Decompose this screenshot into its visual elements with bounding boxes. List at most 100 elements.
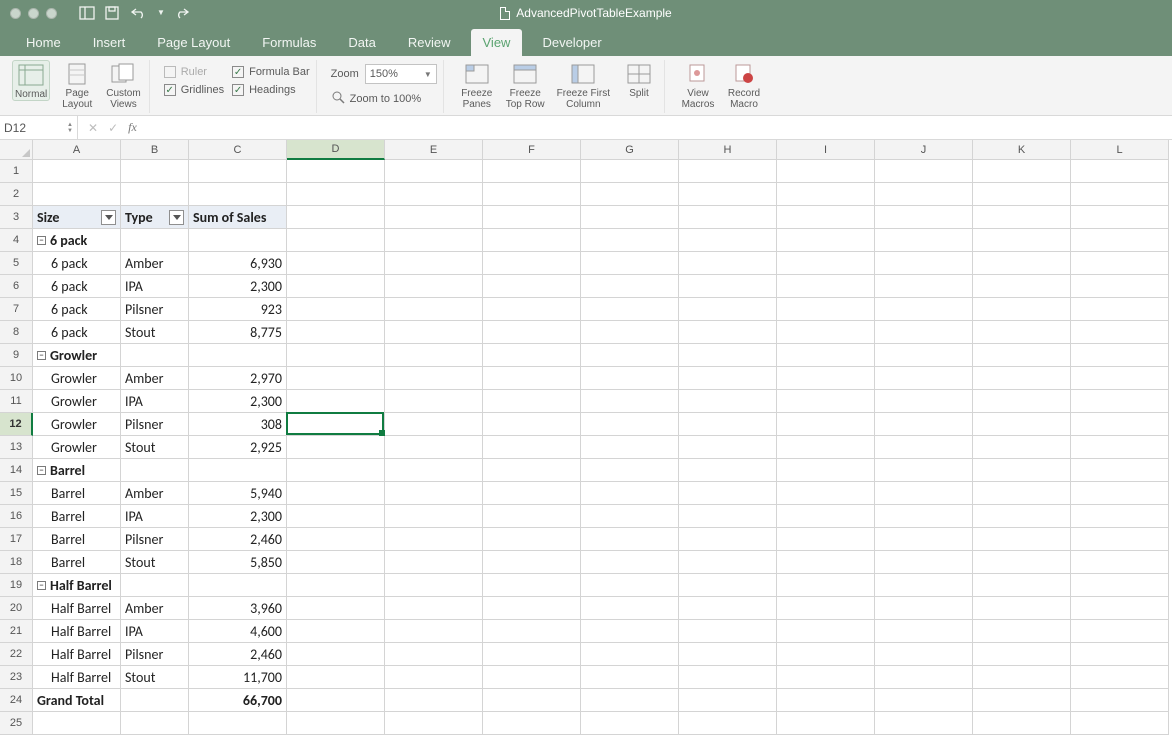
cell-E22[interactable] [385,643,483,666]
cell-L4[interactable] [1071,229,1169,252]
cell-L16[interactable] [1071,505,1169,528]
cell-F25[interactable] [483,712,581,735]
cell-G20[interactable] [581,597,679,620]
cell-L3[interactable] [1071,206,1169,229]
cell-F21[interactable] [483,620,581,643]
cell-K20[interactable] [973,597,1071,620]
cell-D22[interactable] [287,643,385,666]
cell-K6[interactable] [973,275,1071,298]
cell-F20[interactable] [483,597,581,620]
cell-B17[interactable]: Pilsner [121,528,189,551]
row-header-1[interactable]: 1 [0,160,33,183]
cell-K3[interactable] [973,206,1071,229]
cell-K1[interactable] [973,160,1071,183]
cell-D2[interactable] [287,183,385,206]
cell-I22[interactable] [777,643,875,666]
cell-H8[interactable] [679,321,777,344]
cell-J7[interactable] [875,298,973,321]
cell-B6[interactable]: IPA [121,275,189,298]
tab-review[interactable]: Review [396,29,463,56]
cell-C10[interactable]: 2,970 [189,367,287,390]
cell-D11[interactable] [287,390,385,413]
cell-C20[interactable]: 3,960 [189,597,287,620]
cell-C12[interactable]: 308 [189,413,287,436]
cell-E16[interactable] [385,505,483,528]
cell-E1[interactable] [385,160,483,183]
cell-H12[interactable] [679,413,777,436]
cell-L2[interactable] [1071,183,1169,206]
cell-I13[interactable] [777,436,875,459]
cell-K16[interactable] [973,505,1071,528]
cell-K7[interactable] [973,298,1071,321]
cell-A9[interactable]: −Growler [33,344,121,367]
cell-J8[interactable] [875,321,973,344]
cell-E9[interactable] [385,344,483,367]
cell-C23[interactable]: 11,700 [189,666,287,689]
tab-view[interactable]: View [471,29,523,56]
cell-L5[interactable] [1071,252,1169,275]
normal-view-button[interactable]: Normal [12,60,50,101]
cell-I8[interactable] [777,321,875,344]
cell-D8[interactable] [287,321,385,344]
cell-J19[interactable] [875,574,973,597]
cell-B14[interactable] [121,459,189,482]
cell-H25[interactable] [679,712,777,735]
cell-F24[interactable] [483,689,581,712]
cell-G23[interactable] [581,666,679,689]
row-header-17[interactable]: 17 [0,528,33,551]
tab-formulas[interactable]: Formulas [250,29,328,56]
cell-F3[interactable] [483,206,581,229]
cell-J10[interactable] [875,367,973,390]
freeze-panes-button[interactable]: Freeze Panes [458,60,496,110]
cell-E21[interactable] [385,620,483,643]
cell-C2[interactable] [189,183,287,206]
cell-I9[interactable] [777,344,875,367]
row-header-8[interactable]: 8 [0,321,33,344]
column-header-A[interactable]: A [33,140,121,160]
cell-H4[interactable] [679,229,777,252]
cell-A19[interactable]: −Half Barrel [33,574,121,597]
freeze-first-column-button[interactable]: Freeze First Column [555,60,612,110]
cell-K8[interactable] [973,321,1071,344]
cell-L15[interactable] [1071,482,1169,505]
cell-H13[interactable] [679,436,777,459]
cell-C24[interactable]: 66,700 [189,689,287,712]
cell-K10[interactable] [973,367,1071,390]
row-header-6[interactable]: 6 [0,275,33,298]
cell-B15[interactable]: Amber [121,482,189,505]
cell-H7[interactable] [679,298,777,321]
cell-A8[interactable]: 6 pack [33,321,121,344]
cell-E15[interactable] [385,482,483,505]
cell-A10[interactable]: Growler [33,367,121,390]
cell-D14[interactable] [287,459,385,482]
cell-J21[interactable] [875,620,973,643]
cell-D19[interactable] [287,574,385,597]
view-macros-button[interactable]: View Macros [679,60,717,110]
cell-C15[interactable]: 5,940 [189,482,287,505]
cell-D5[interactable] [287,252,385,275]
cell-A5[interactable]: 6 pack [33,252,121,275]
cell-H16[interactable] [679,505,777,528]
cell-J24[interactable] [875,689,973,712]
cell-E19[interactable] [385,574,483,597]
cell-G3[interactable] [581,206,679,229]
cell-E17[interactable] [385,528,483,551]
cell-E23[interactable] [385,666,483,689]
cell-L23[interactable] [1071,666,1169,689]
cell-I20[interactable] [777,597,875,620]
cell-K9[interactable] [973,344,1071,367]
cell-G8[interactable] [581,321,679,344]
cell-F1[interactable] [483,160,581,183]
cell-I3[interactable] [777,206,875,229]
cell-A17[interactable]: Barrel [33,528,121,551]
cell-I5[interactable] [777,252,875,275]
cell-F22[interactable] [483,643,581,666]
cell-L8[interactable] [1071,321,1169,344]
cell-K12[interactable] [973,413,1071,436]
record-macro-button[interactable]: Record Macro [725,60,763,110]
cell-J25[interactable] [875,712,973,735]
accept-formula-icon[interactable]: ✓ [108,121,118,135]
cell-A15[interactable]: Barrel [33,482,121,505]
cell-A18[interactable]: Barrel [33,551,121,574]
cell-A22[interactable]: Half Barrel [33,643,121,666]
